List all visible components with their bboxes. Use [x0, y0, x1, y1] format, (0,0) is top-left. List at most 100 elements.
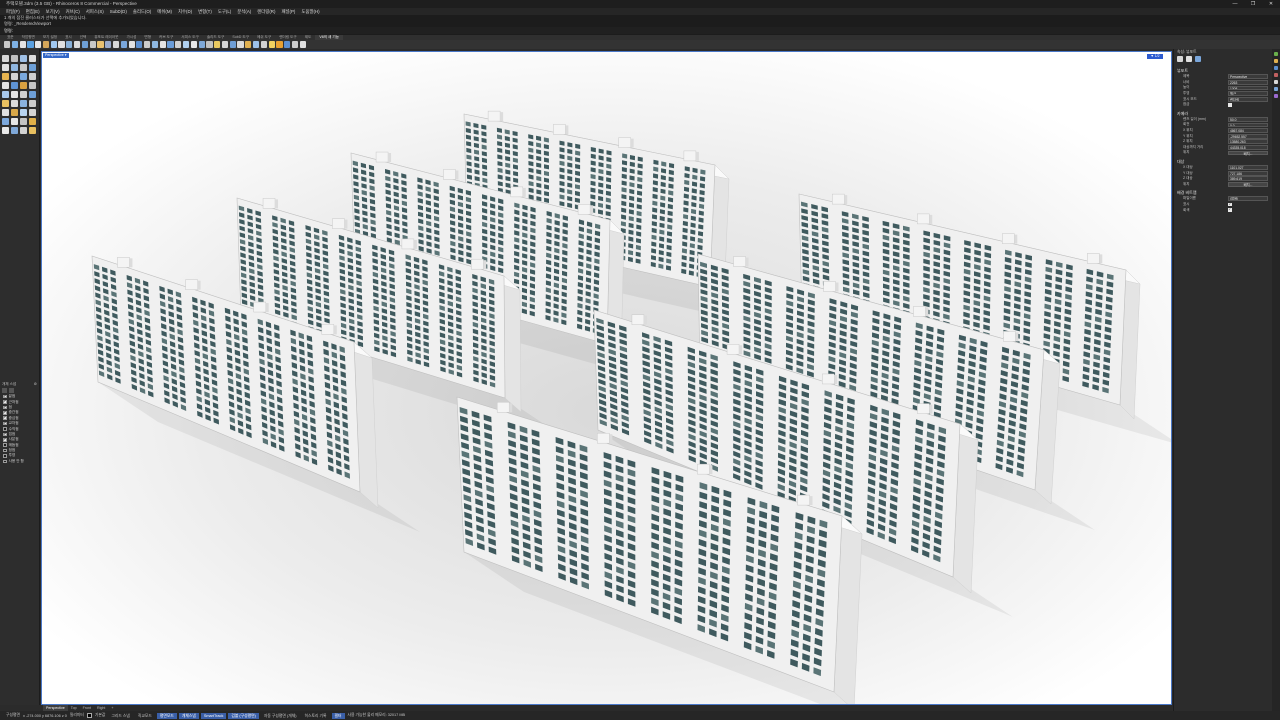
place-button[interactable]: 배치...	[1228, 181, 1268, 187]
toolbar-command-icon[interactable]	[291, 41, 299, 48]
scene-canvas[interactable]	[42, 52, 1172, 705]
menu-item[interactable]: 커브(C)	[63, 9, 83, 15]
tool-command-icon[interactable]	[20, 64, 27, 71]
property-field[interactable]: Perspective	[1228, 74, 1268, 80]
toolbar-command-icon[interactable]	[151, 41, 159, 48]
tool-command-icon[interactable]	[29, 127, 36, 134]
pen-icon[interactable]	[1195, 56, 1201, 62]
tool-command-icon[interactable]	[29, 100, 36, 107]
property-field[interactable]: 727.186	[1228, 170, 1268, 176]
tool-command-icon[interactable]	[29, 55, 36, 62]
property-field[interactable]: 렌더링	[1228, 96, 1268, 102]
osnap-option[interactable]: 사용 안 함	[0, 459, 40, 464]
osnap-checkbox[interactable]: ✓	[3, 394, 7, 399]
tool-command-icon[interactable]	[2, 91, 9, 98]
status-toggle[interactable]: 평면모드	[156, 712, 177, 719]
tool-command-icon[interactable]	[29, 64, 36, 71]
property-field[interactable]: 1308	[1228, 85, 1268, 91]
menu-item[interactable]: 보기(V)	[43, 9, 63, 15]
menu-item[interactable]: 변형(T)	[195, 9, 215, 15]
toolbar-command-icon[interactable]	[190, 41, 197, 48]
place-button[interactable]: 배치...	[1228, 150, 1268, 155]
panel-tab-icon[interactable]	[1274, 94, 1278, 98]
toolbar-command-icon[interactable]	[112, 41, 120, 48]
tool-command-icon[interactable]	[20, 55, 27, 62]
toolbar-command-icon[interactable]	[11, 41, 18, 48]
tool-command-icon[interactable]	[29, 82, 36, 89]
status-toggle[interactable]: 그리드 스냅	[108, 713, 133, 719]
property-checkbox[interactable]	[1228, 102, 1232, 107]
tool-command-icon[interactable]	[2, 55, 9, 62]
property-field[interactable]: 44335.018	[1228, 144, 1268, 150]
tool-command-icon[interactable]	[20, 109, 27, 116]
toolbar-command-icon[interactable]	[97, 41, 104, 48]
menu-item[interactable]: 서피스(S)	[83, 9, 107, 15]
toolbar-command-icon[interactable]	[58, 41, 65, 48]
property-field[interactable]: 50.0	[1228, 116, 1268, 122]
toolbar-command-icon[interactable]	[276, 41, 283, 48]
tool-command-icon[interactable]	[11, 109, 18, 116]
menu-item[interactable]: 치수(D)	[175, 9, 195, 15]
tool-command-icon[interactable]	[2, 100, 9, 107]
toolbar-command-icon[interactable]	[19, 41, 26, 48]
tool-command-icon[interactable]	[2, 127, 9, 134]
menu-item[interactable]: 렌더링(R)	[254, 9, 278, 15]
tool-command-icon[interactable]	[11, 118, 18, 125]
tool-command-icon[interactable]	[20, 127, 27, 134]
layer-color-swatch[interactable]	[86, 713, 92, 718]
osnap-checkbox[interactable]: ✓	[3, 405, 7, 410]
tool-command-icon[interactable]	[11, 100, 18, 107]
current-layer[interactable]: 기본값	[95, 713, 105, 718]
close-button[interactable]: ✕	[1262, 0, 1280, 8]
osnap-checkbox[interactable]	[3, 448, 7, 453]
toolbar-command-icon[interactable]	[214, 41, 221, 48]
property-field[interactable]: 원근	[1228, 91, 1268, 96]
tool-command-icon[interactable]	[29, 118, 36, 125]
toolbar-command-icon[interactable]	[253, 41, 260, 48]
toolbar-command-icon[interactable]	[221, 41, 229, 48]
tool-command-icon[interactable]	[11, 82, 18, 89]
viewport-properties-icon[interactable]	[1186, 56, 1192, 62]
toolbar-command-icon[interactable]	[81, 41, 88, 48]
menu-item[interactable]: SubD(D)	[107, 9, 130, 14]
osnap-checkbox[interactable]	[3, 427, 7, 431]
toolbar-command-icon[interactable]	[206, 41, 213, 48]
property-field[interactable]: -29652.557	[1228, 133, 1268, 139]
tool-command-icon[interactable]	[20, 100, 27, 107]
property-field[interactable]: 1101.027	[1228, 165, 1268, 170]
toolbar-command-icon[interactable]	[136, 41, 143, 48]
funnel-icon[interactable]	[9, 388, 14, 393]
panel-tab-icon[interactable]	[1274, 87, 1278, 91]
property-field[interactable]: 4867.084	[1228, 128, 1268, 133]
tool-command-icon[interactable]	[11, 64, 18, 71]
minimize-button[interactable]: —	[1226, 0, 1244, 8]
toolbar-command-icon[interactable]	[105, 41, 112, 48]
panel-tab-icon[interactable]	[1274, 66, 1278, 70]
toolbar-command-icon[interactable]	[229, 41, 236, 48]
tool-command-icon[interactable]	[2, 82, 9, 89]
toolbar-command-icon[interactable]	[27, 41, 34, 48]
osnap-checkbox[interactable]	[3, 443, 7, 447]
status-toggle[interactable]: 개체스냅	[178, 712, 199, 719]
tool-command-icon[interactable]	[29, 73, 36, 80]
menu-item[interactable]: 도구(L)	[215, 9, 234, 15]
menu-item[interactable]: 패널(P)	[278, 9, 298, 15]
toolbar-command-icon[interactable]	[268, 41, 275, 48]
status-toggle[interactable]: 히스토리 기록	[301, 713, 329, 719]
toolbar-command-icon[interactable]	[299, 41, 306, 48]
settings-icon[interactable]: ⚙	[34, 381, 37, 387]
toolbar-command-icon[interactable]	[89, 41, 96, 48]
maximize-button[interactable]: ❐	[1244, 0, 1262, 8]
filter-icon[interactable]	[2, 388, 7, 393]
osnap-checkbox[interactable]	[3, 454, 7, 458]
menu-item[interactable]: 도움말(H)	[298, 9, 322, 15]
status-toggle[interactable]: 검볼 (구성평면)	[228, 712, 259, 719]
property-field[interactable]: (없음)	[1228, 196, 1268, 202]
menu-item[interactable]: 분석(A)	[234, 9, 254, 15]
toolbar-command-icon[interactable]	[50, 41, 57, 48]
command-prompt[interactable]: 명령:	[0, 27, 1280, 34]
panel-tab-icon[interactable]	[1274, 52, 1278, 56]
toolbar-command-icon[interactable]	[42, 41, 50, 48]
tool-command-icon[interactable]	[20, 73, 27, 80]
tool-command-icon[interactable]	[20, 91, 27, 98]
